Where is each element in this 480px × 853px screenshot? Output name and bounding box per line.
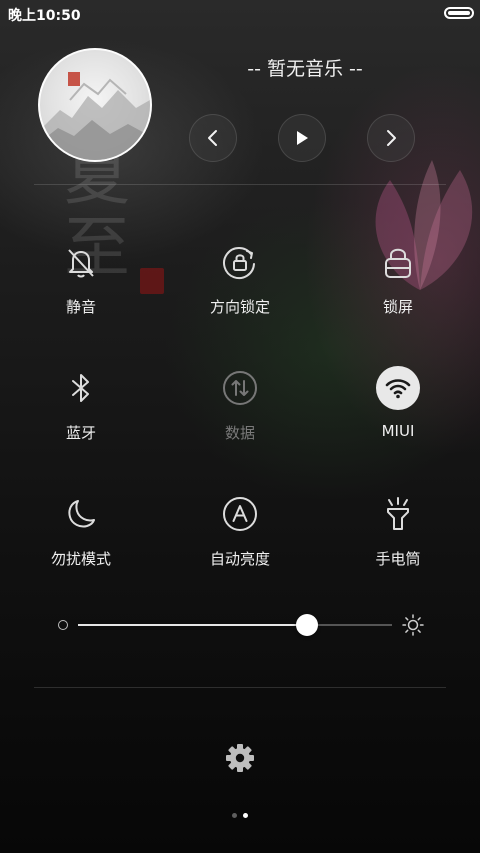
toggle-label: MIUI (381, 422, 415, 440)
wifi-icon (385, 379, 411, 399)
toggle-label: 蓝牙 (65, 424, 96, 442)
toggle-lock-screen[interactable]: 锁屏 (328, 240, 468, 330)
music-title: -- 暂无音乐 -- (247, 58, 363, 80)
battery-icon (444, 7, 474, 19)
toggle-icon-wrap (59, 240, 103, 284)
toggle-label: 方向锁定 (209, 298, 270, 316)
toggle-do-not-disturb[interactable]: 勿扰模式 (11, 492, 151, 582)
toggle-icon-wrap (218, 240, 262, 284)
play-button[interactable] (278, 114, 326, 162)
previous-track-button[interactable] (189, 114, 237, 162)
album-landscape-image (40, 72, 150, 160)
brightness-divider (34, 687, 446, 688)
chevron-left-icon (208, 130, 217, 146)
next-track-button[interactable] (367, 114, 415, 162)
toggle-icon-wrap (59, 366, 103, 410)
toggle-label: 数据 (224, 424, 255, 442)
toggle-label: 勿扰模式 (50, 550, 111, 568)
status-bar: 晚上10:50 (0, 0, 480, 28)
toggle-icon-wrap (376, 366, 420, 410)
toggle-icon-wrap (376, 492, 420, 536)
auto-brightness-icon (223, 497, 257, 531)
page-dot-1 (232, 813, 237, 818)
toggle-flashlight[interactable]: 手电筒 (328, 492, 468, 582)
brightness-fill (78, 624, 308, 626)
gear-icon[interactable] (224, 742, 256, 774)
music-divider (34, 184, 446, 185)
battery-level (448, 11, 470, 15)
toggle-icon-wrap (218, 366, 262, 410)
status-time: 晚上10:50 (8, 8, 81, 24)
toggle-icon-wrap (376, 240, 420, 284)
toggle-label: 手电筒 (375, 550, 421, 568)
bluetooth-icon (72, 374, 89, 402)
toggle-icon-wrap (218, 492, 262, 536)
toggle-auto-brightness[interactable]: 自动亮度 (170, 492, 310, 582)
toggle-label: 锁屏 (382, 298, 413, 316)
toggle-label: 静音 (65, 298, 96, 316)
toggle-mute[interactable]: 静音 (11, 240, 151, 330)
rotation-lock-icon (223, 247, 255, 280)
mobile-data-icon (223, 371, 257, 405)
brightness-low-icon (58, 620, 68, 630)
toggle-mobile-data[interactable]: 数据 (170, 366, 310, 456)
brightness-slider[interactable] (56, 612, 426, 638)
toggle-rotation-lock[interactable]: 方向锁定 (170, 240, 310, 330)
moon-icon (68, 500, 95, 528)
brightness-track[interactable] (78, 614, 392, 636)
chevron-right-icon (387, 130, 396, 146)
page-indicator (228, 812, 252, 820)
flashlight-icon (387, 497, 409, 530)
lock-icon (385, 248, 411, 278)
play-icon (297, 131, 308, 145)
toggle-bluetooth[interactable]: 蓝牙 (11, 366, 151, 456)
toggle-wifi[interactable]: MIUI (328, 366, 468, 456)
bell-off-icon (68, 249, 94, 278)
control-center: 夏至 晚上10:50 -- 暂无音乐 -- 静音 方向锁定 锁屏 蓝牙 数据 M… (0, 0, 480, 853)
page-dot-2 (243, 813, 248, 818)
brightness-thumb[interactable] (296, 614, 319, 636)
toggle-icon-wrap (59, 492, 103, 536)
brightness-high-icon (402, 614, 424, 636)
toggle-label: 自动亮度 (209, 550, 270, 568)
album-art[interactable] (38, 48, 152, 162)
